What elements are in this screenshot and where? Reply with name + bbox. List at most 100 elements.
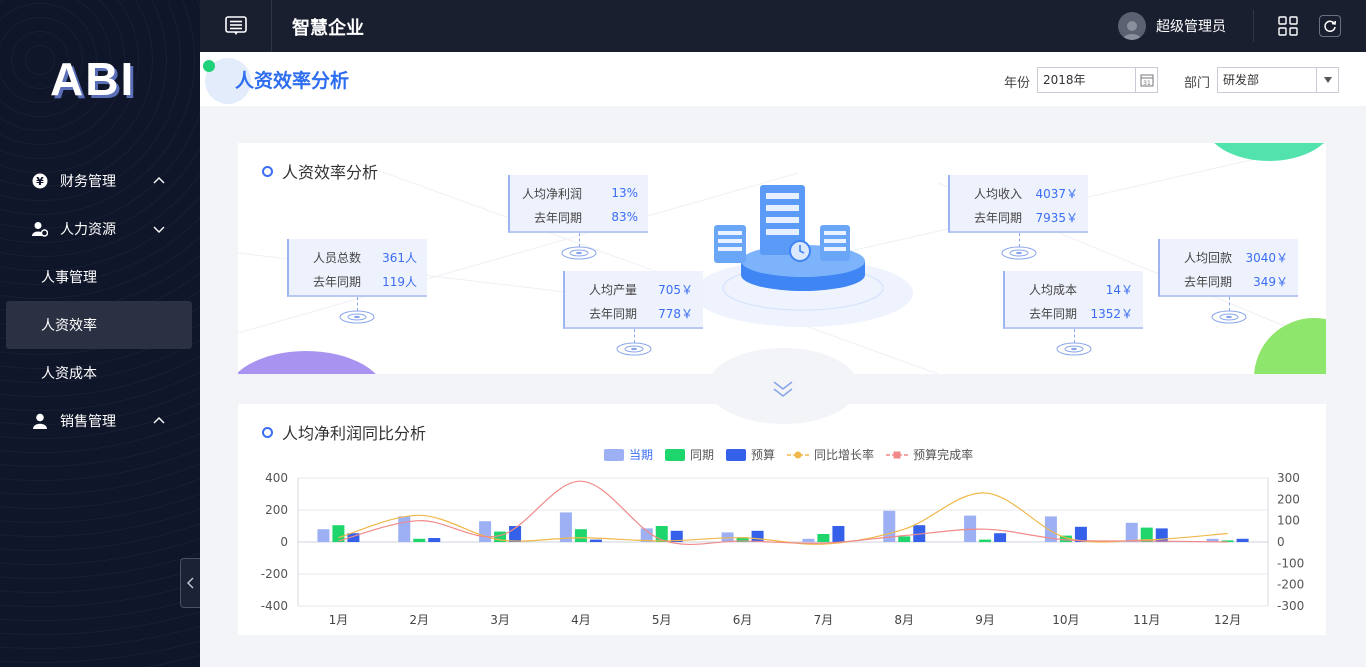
username: 超级管理员	[1156, 19, 1226, 35]
dropdown-arrow-icon[interactable]	[1316, 68, 1338, 92]
year-label: 年份	[1004, 76, 1031, 91]
year-value: 2018年	[1043, 73, 1086, 87]
location-ring-icon	[1001, 246, 1037, 260]
submenu-personnel[interactable]: 人事管理	[0, 253, 200, 301]
stat-prev-value: 7935￥	[1035, 210, 1078, 225]
stat-prev-label: 去年同期	[1183, 274, 1232, 289]
refresh-button[interactable]	[1319, 15, 1341, 37]
chart-legend: 当期 同期 预算 同比增长率 预算完成率	[604, 446, 985, 463]
stat-value: 705￥	[658, 282, 693, 297]
chevron-up-icon	[153, 177, 165, 184]
legend-same-period[interactable]: 同期	[665, 446, 714, 463]
avatar	[1118, 12, 1146, 40]
chart-title-text: 人均净利润同比分析	[282, 424, 427, 443]
apps-grid-button[interactable]	[1278, 16, 1298, 40]
stat-prev-value: 83%	[611, 210, 638, 224]
connector-line	[1229, 297, 1230, 311]
connector-line	[634, 329, 635, 343]
stat-label: 人均回款	[1183, 250, 1232, 265]
stat-prev-value: 778￥	[658, 306, 693, 321]
sidebar-menu: ¥ 财务管理 人力资源 人事管理 人资效率 人资成本 销售管理	[0, 157, 200, 445]
location-ring-icon	[616, 342, 652, 356]
stat-cost: 人均成本 14￥ 去年同期 1352￥	[1003, 271, 1143, 329]
stat-prev-label: 去年同期	[588, 306, 637, 321]
server-illustration	[693, 185, 913, 327]
submenu-hr-cost[interactable]: 人资成本	[0, 349, 200, 397]
location-ring-icon	[1056, 342, 1092, 356]
sidebar: ABI ¥ 财务管理 人力资源 人事管理 人资效率 人资成本 销售管理	[0, 0, 200, 667]
year-picker[interactable]: 2018年 31	[1037, 67, 1158, 93]
legend-swatch	[726, 448, 747, 461]
sidebar-collapse-button[interactable]	[180, 558, 200, 608]
topbar: 智慧企业 超级管理员	[200, 0, 1366, 52]
stat-prev-label: 去年同期	[533, 210, 582, 225]
stat-label: 人员总数	[312, 250, 361, 265]
location-ring-icon	[339, 310, 375, 324]
title-dot-icon	[262, 426, 273, 438]
overview-title: 人资效率分析	[262, 159, 378, 183]
stat-label: 人均成本	[1028, 282, 1077, 297]
page-header: 人资效率分析 年份 2018年 31 部门 研发部	[200, 52, 1366, 106]
stat-prev-label: 去年同期	[1028, 306, 1077, 321]
stat-prev-value: 1352￥	[1090, 306, 1133, 321]
stat-output: 人均产量 705￥ 去年同期 778￥	[563, 271, 703, 329]
menu-toggle-button[interactable]	[200, 0, 272, 52]
svg-text:¥: ¥	[36, 175, 44, 188]
connector-line	[1019, 233, 1020, 247]
menu-sales[interactable]: 销售管理	[0, 397, 200, 445]
dept-value: 研发部	[1223, 73, 1260, 87]
overview-card: 人资效率分析 人员总数 361人 去年同期 119人 人均净利润 13% 去年同期 83…	[238, 143, 1326, 374]
connector-line	[579, 233, 580, 247]
stat-value: 13%	[611, 186, 638, 200]
user-icon	[32, 413, 48, 429]
user-gear-icon	[32, 221, 48, 237]
legend-line-swatch	[787, 451, 810, 458]
legend-yoy-growth[interactable]: 同比增长率	[787, 446, 874, 463]
decor-dot	[203, 60, 215, 72]
title-dot-icon	[262, 165, 273, 177]
stat-headcount: 人员总数 361人 去年同期 119人	[287, 239, 427, 297]
legend-label: 同期	[690, 448, 715, 462]
stat-value: 3040￥	[1245, 250, 1288, 265]
legend-current[interactable]: 当期	[604, 446, 653, 463]
legend-swatch	[604, 448, 624, 461]
user-menu[interactable]: 超级管理员	[1118, 12, 1226, 40]
legend-budget[interactable]: 预算	[726, 446, 775, 463]
yen-icon: ¥	[32, 173, 48, 189]
stat-label: 人均收入	[973, 186, 1022, 201]
legend-label: 预算完成率	[913, 448, 974, 462]
chart-title: 人均净利润同比分析	[262, 420, 426, 444]
svg-text:31: 31	[1143, 80, 1151, 87]
stat-label: 人均产量	[588, 282, 637, 297]
connector-line	[1074, 329, 1075, 343]
chevron-up-icon	[153, 417, 165, 424]
calendar-icon[interactable]: 31	[1135, 68, 1157, 92]
page-title: 人资效率分析	[235, 70, 350, 92]
stat-value: 14￥	[1105, 282, 1133, 297]
dept-label: 部门	[1184, 76, 1211, 91]
location-ring-icon	[1211, 310, 1247, 324]
divider	[1253, 10, 1254, 42]
logo: ABI	[50, 53, 136, 105]
legend-line-swatch	[886, 451, 909, 458]
stat-revenue: 人均收入 4037￥ 去年同期 7935￥	[948, 175, 1088, 233]
scroll-down-button[interactable]	[708, 348, 858, 424]
refresh-icon	[1324, 20, 1337, 33]
legend-budget-completion[interactable]: 预算完成率	[886, 446, 973, 463]
dept-select[interactable]: 研发部	[1217, 67, 1339, 93]
stat-prev-value: 349￥	[1253, 274, 1288, 289]
grid-icon	[1278, 16, 1298, 36]
stat-label: 人均净利润	[521, 186, 582, 201]
legend-label: 同比增长率	[814, 448, 875, 462]
stat-collection: 人均回款 3040￥ 去年同期 349￥	[1158, 239, 1298, 297]
stat-prev-label: 去年同期	[973, 210, 1022, 225]
menu-finance[interactable]: ¥ 财务管理	[0, 157, 200, 205]
submenu-hr-efficiency[interactable]: 人资效率	[6, 301, 192, 349]
menu-list-icon	[224, 16, 247, 35]
chart-card: 人均净利润同比分析	[238, 404, 1326, 635]
app-title: 智慧企业	[292, 18, 364, 39]
stat-prev-label: 去年同期	[312, 274, 361, 289]
menu-hr[interactable]: 人力资源	[0, 205, 200, 253]
overview-title-text: 人资效率分析	[282, 163, 379, 182]
stat-value: 4037￥	[1035, 186, 1078, 201]
